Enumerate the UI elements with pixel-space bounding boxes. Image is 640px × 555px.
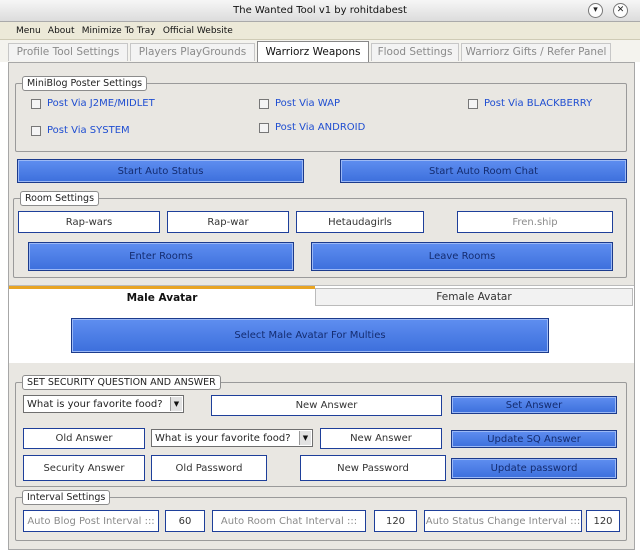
enter-rooms-button[interactable]: Enter Rooms xyxy=(28,242,294,271)
post-via-j2me-checkbox[interactable]: Post Via J2ME/MIDLET xyxy=(31,98,155,109)
checkbox-box[interactable] xyxy=(259,98,269,109)
security-answer-field[interactable]: Security Answer xyxy=(23,455,145,481)
menu-bar: Menu About Minimize To Tray Official Web… xyxy=(0,22,640,40)
new-password-field[interactable]: New Password xyxy=(300,455,446,481)
post-via-wap-label: Post Via WAP xyxy=(275,98,341,109)
auto-status-interval-input[interactable]: 120 xyxy=(586,510,620,532)
main-panel: MiniBlog Poster Settings Post Via J2ME/M… xyxy=(8,62,635,550)
menu-item-minimize-to-tray[interactable]: Minimize To Tray xyxy=(82,26,156,36)
security-question-select-2[interactable]: What is your favorite food? ▼ xyxy=(151,429,313,447)
post-via-system-checkbox[interactable]: Post Via SYSTEM xyxy=(31,125,130,136)
room-field-1[interactable]: Rap-wars xyxy=(18,211,160,233)
tab-players-playgrounds[interactable]: Players PlayGrounds xyxy=(130,43,255,61)
new-answer-field-2[interactable]: New Answer xyxy=(320,428,442,449)
tab-warriorz-weapons[interactable]: Warriorz Weapons xyxy=(257,41,369,62)
new-answer-field[interactable]: New Answer xyxy=(211,395,442,416)
set-answer-button[interactable]: Set Answer xyxy=(451,396,617,414)
post-via-system-label: Post Via SYSTEM xyxy=(47,125,130,136)
select-male-avatar-label: Select Male Avatar For Multies xyxy=(234,330,386,341)
close-circle-icon[interactable]: ✕ xyxy=(613,3,628,18)
leave-rooms-label: Leave Rooms xyxy=(428,251,496,262)
post-via-j2me-label: Post Via J2ME/MIDLET xyxy=(47,98,155,109)
tab-flood-settings[interactable]: Flood Settings xyxy=(371,43,459,61)
interval-group: Interval Settings Auto Blog Post Interva… xyxy=(15,490,627,541)
avatar-section: Male Avatar Female Avatar Select Male Av… xyxy=(9,285,634,363)
security-group: SET SECURITY QUESTION AND ANSWER What is… xyxy=(15,375,627,487)
auto-blog-interval-input[interactable]: 60 xyxy=(165,510,205,532)
room-field-4[interactable]: Fren.ship xyxy=(457,211,613,233)
update-sq-answer-label: Update SQ Answer xyxy=(487,433,581,445)
start-auto-room-chat-label: Start Auto Room Chat xyxy=(428,165,539,177)
start-auto-room-chat-button[interactable]: Start Auto Room Chat xyxy=(340,159,627,183)
checkbox-box[interactable] xyxy=(31,98,41,109)
tab-female-avatar[interactable]: Female Avatar xyxy=(315,288,633,306)
old-answer-field[interactable]: Old Answer xyxy=(23,428,145,449)
tab-profile-tool-settings[interactable]: Profile Tool Settings xyxy=(8,43,128,61)
security-question-select[interactable]: What is your favorite food? ▼ xyxy=(23,395,184,413)
tab-male-avatar[interactable]: Male Avatar xyxy=(9,289,315,307)
chevron-down-icon[interactable]: ▼ xyxy=(170,397,182,411)
chevron-down-circle-icon[interactable]: ▾ xyxy=(588,3,603,18)
post-via-blackberry-checkbox[interactable]: Post Via BLACKBERRY xyxy=(468,98,592,109)
title-bar: The Wanted Tool v1 by rohitdabest ▾ ✕ xyxy=(0,0,640,22)
security-legend: SET SECURITY QUESTION AND ANSWER xyxy=(22,375,221,390)
update-password-button[interactable]: Update password xyxy=(451,458,617,479)
menu-item-menu[interactable]: Menu xyxy=(16,26,41,36)
chevron-down-icon[interactable]: ▼ xyxy=(299,431,311,445)
post-via-android-label: Post Via ANDROID xyxy=(275,122,366,133)
room-field-2[interactable]: Rap-war xyxy=(167,211,289,233)
auto-room-chat-interval-input[interactable]: 120 xyxy=(374,510,417,532)
security-question-value: What is your favorite food? xyxy=(27,398,163,410)
checkbox-box[interactable] xyxy=(31,125,41,136)
auto-room-chat-interval-label: Auto Room Chat Interval ::: xyxy=(212,510,366,532)
checkbox-box[interactable] xyxy=(259,122,269,133)
update-sq-answer-button[interactable]: Update SQ Answer xyxy=(451,430,617,448)
old-password-field[interactable]: Old Password xyxy=(151,455,267,481)
room-settings-group: Room Settings Rap-wars Rap-war Hetaudagi… xyxy=(13,191,627,278)
auto-blog-interval-label: Auto Blog Post Interval ::: xyxy=(23,510,159,532)
enter-rooms-label: Enter Rooms xyxy=(129,251,193,262)
menu-item-official-website[interactable]: Official Website xyxy=(163,26,233,36)
interval-legend: Interval Settings xyxy=(22,490,111,505)
tab-strip: Profile Tool Settings Players PlayGround… xyxy=(0,40,640,62)
select-male-avatar-button[interactable]: Select Male Avatar For Multies xyxy=(71,318,549,353)
update-password-label: Update password xyxy=(490,463,578,474)
start-auto-status-button[interactable]: Start Auto Status xyxy=(17,159,304,183)
post-via-blackberry-label: Post Via BLACKBERRY xyxy=(484,98,593,109)
miniblog-group: MiniBlog Poster Settings Post Via J2ME/M… xyxy=(15,76,627,152)
room-settings-legend: Room Settings xyxy=(20,191,100,206)
set-answer-label: Set Answer xyxy=(505,399,563,411)
security-question-value-2: What is your favorite food? xyxy=(155,432,291,444)
post-via-android-checkbox[interactable]: Post Via ANDROID xyxy=(259,122,365,133)
start-auto-status-label: Start Auto Status xyxy=(117,165,204,177)
post-via-wap-checkbox[interactable]: Post Via WAP xyxy=(259,98,340,109)
checkbox-box[interactable] xyxy=(468,98,478,109)
miniblog-legend: MiniBlog Poster Settings xyxy=(22,76,148,91)
menu-item-about[interactable]: About xyxy=(48,26,75,36)
auto-status-interval-label: Auto Status Change Interval ::: xyxy=(424,510,582,532)
room-field-3[interactable]: Hetaudagirls xyxy=(296,211,424,233)
tab-warriorz-gifts-refer-panel[interactable]: Warriorz Gifts / Refer Panel xyxy=(461,43,611,61)
window-title: The Wanted Tool v1 by rohitdabest xyxy=(233,5,407,16)
leave-rooms-button[interactable]: Leave Rooms xyxy=(311,242,613,271)
